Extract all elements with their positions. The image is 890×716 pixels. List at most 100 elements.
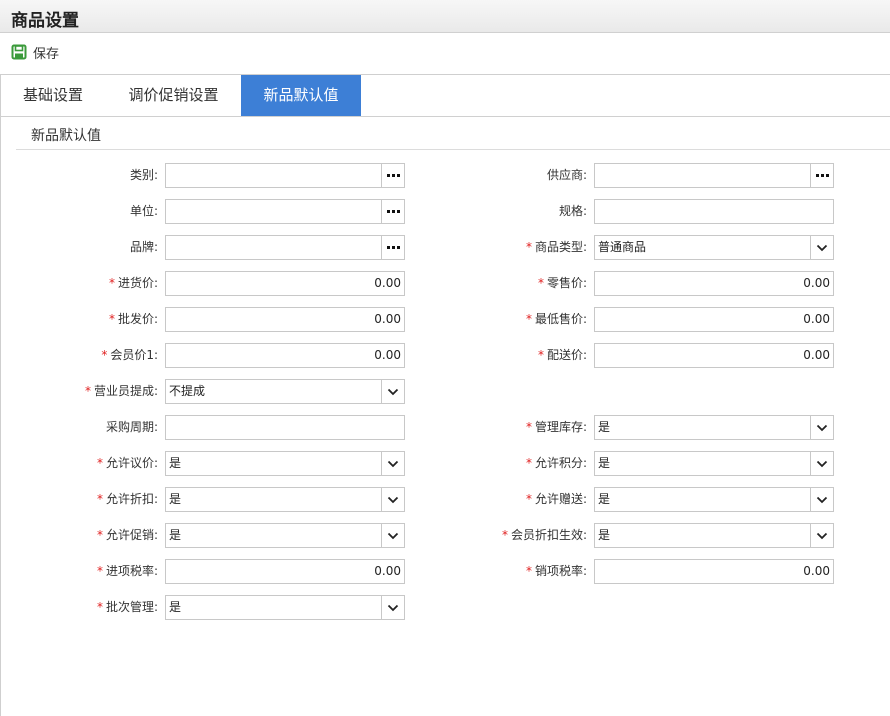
member-price1-label: * 会员价1: <box>101 343 158 368</box>
ellipsis-icon[interactable] <box>381 164 404 187</box>
input-tax-input[interactable]: 0.00 <box>165 559 405 584</box>
save-button[interactable]: 保存 <box>11 42 59 62</box>
supplier-value <box>598 164 806 187</box>
purchase-cycle-input[interactable] <box>165 415 405 440</box>
member-price1-input[interactable]: 0.00 <box>165 343 405 368</box>
allow-gift-label-text: 允许赠送: <box>534 492 587 506</box>
section-header: 新品默认值 <box>16 117 890 150</box>
delivery-price-value: 0.00 <box>803 348 830 362</box>
min-price-input[interactable]: 0.00 <box>594 307 834 332</box>
purchase-price-label: * 进货价: <box>109 271 158 296</box>
tab-basic-settings[interactable]: 基础设置 <box>0 75 106 116</box>
page-title: 商品设置 <box>11 11 79 31</box>
save-label: 保存 <box>33 46 60 62</box>
member-discount-select[interactable]: 是 <box>594 523 834 548</box>
purchase-cycle-label-text: 采购周期: <box>105 420 158 434</box>
title-bar: 商品设置 <box>0 0 890 33</box>
purchase-cycle-value <box>169 416 401 439</box>
allow-points-label-text: 允许积分: <box>534 456 587 470</box>
spec-label-text: 规格: <box>558 204 587 218</box>
ellipsis-icon[interactable] <box>381 200 404 223</box>
allow-promo-label-text: 允许促销: <box>105 528 158 542</box>
manage-stock-label-text: 管理库存: <box>534 420 587 434</box>
manage-stock-value: 是 <box>598 420 611 434</box>
chevron-down-icon[interactable] <box>381 380 404 403</box>
purchase-price-value: 0.00 <box>374 276 401 290</box>
allow-promo-select[interactable]: 是 <box>165 523 405 548</box>
output-tax-input[interactable]: 0.00 <box>594 559 834 584</box>
supplier-label-text: 供应商: <box>546 168 587 182</box>
min-price-value: 0.00 <box>803 312 830 326</box>
manage-stock-select[interactable]: 是 <box>594 415 834 440</box>
member-price1-label-text: 会员价1: <box>110 348 158 362</box>
chevron-down-icon[interactable] <box>810 488 833 511</box>
chevron-down-icon[interactable] <box>381 452 404 475</box>
chevron-down-icon[interactable] <box>810 416 833 439</box>
delivery-price-input[interactable]: 0.00 <box>594 343 834 368</box>
chevron-down-icon[interactable] <box>381 596 404 619</box>
category-label: 类别: <box>130 163 158 188</box>
retail-price-input[interactable]: 0.00 <box>594 271 834 296</box>
allow-points-label: * 允许积分: <box>526 451 587 476</box>
brand-label: 品牌: <box>130 235 158 260</box>
required-mark: * <box>108 276 115 290</box>
required-mark: * <box>96 528 103 542</box>
allow-gift-select[interactable]: 是 <box>594 487 834 512</box>
allow-discount-label: * 允许折扣: <box>97 487 158 512</box>
min-price-label: * 最低售价: <box>526 307 587 332</box>
ellipsis-icon[interactable] <box>381 236 404 259</box>
chevron-down-icon[interactable] <box>381 524 404 547</box>
required-mark: * <box>96 564 103 578</box>
allow-discount-select[interactable]: 是 <box>165 487 405 512</box>
product-type-label-text: 商品类型: <box>534 240 587 254</box>
chevron-down-icon[interactable] <box>810 236 833 259</box>
frame-border <box>0 75 1 716</box>
required-mark: * <box>525 492 532 506</box>
allow-discount-label-text: 允许折扣: <box>105 492 158 506</box>
required-mark: * <box>525 240 532 254</box>
save-icon <box>11 44 27 60</box>
allow-promo-label: * 允许促销: <box>97 523 158 548</box>
purchase-price-label-text: 进货价: <box>117 276 158 290</box>
wholesale-price-value: 0.00 <box>374 312 401 326</box>
spec-input[interactable] <box>594 199 834 224</box>
member-price1-value: 0.00 <box>374 348 401 362</box>
wholesale-price-input[interactable]: 0.00 <box>165 307 405 332</box>
required-mark: * <box>537 276 544 290</box>
batch-manage-select[interactable]: 是 <box>165 595 405 620</box>
wholesale-price-label: * 批发价: <box>109 307 158 332</box>
required-mark: * <box>537 348 544 362</box>
supplier-label: 供应商: <box>547 163 587 188</box>
purchase-price-input[interactable]: 0.00 <box>165 271 405 296</box>
chevron-down-icon[interactable] <box>810 524 833 547</box>
allow-points-select[interactable]: 是 <box>594 451 834 476</box>
member-discount-label: * 会员折扣生效: <box>502 523 587 548</box>
sales-commission-select[interactable]: 不提成 <box>165 379 405 404</box>
required-mark: * <box>96 492 103 506</box>
product-type-value: 普通商品 <box>598 240 647 254</box>
category-picker[interactable] <box>165 163 405 188</box>
output-tax-label: * 销项税率: <box>526 559 587 584</box>
required-mark: * <box>108 312 115 326</box>
retail-price-label-text: 零售价: <box>546 276 587 290</box>
required-mark: * <box>96 600 103 614</box>
product-type-select[interactable]: 普通商品 <box>594 235 834 260</box>
allow-bargain-value: 是 <box>169 456 182 470</box>
chevron-down-icon[interactable] <box>810 452 833 475</box>
category-value <box>169 164 377 187</box>
unit-value <box>169 200 377 223</box>
ellipsis-icon[interactable] <box>810 164 833 187</box>
delivery-price-label-text: 配送价: <box>546 348 587 362</box>
unit-picker[interactable] <box>165 199 405 224</box>
input-tax-label-text: 进项税率: <box>105 564 158 578</box>
unit-label: 单位: <box>130 199 158 224</box>
allow-discount-value: 是 <box>169 492 182 506</box>
allow-bargain-select[interactable]: 是 <box>165 451 405 476</box>
tab-price-promo-settings[interactable]: 调价促销设置 <box>106 75 241 116</box>
tab-new-product-defaults[interactable]: 新品默认值 <box>241 75 361 116</box>
required-mark: * <box>84 384 91 398</box>
supplier-picker[interactable] <box>594 163 834 188</box>
brand-picker[interactable] <box>165 235 405 260</box>
member-discount-value: 是 <box>598 528 611 542</box>
chevron-down-icon[interactable] <box>381 488 404 511</box>
